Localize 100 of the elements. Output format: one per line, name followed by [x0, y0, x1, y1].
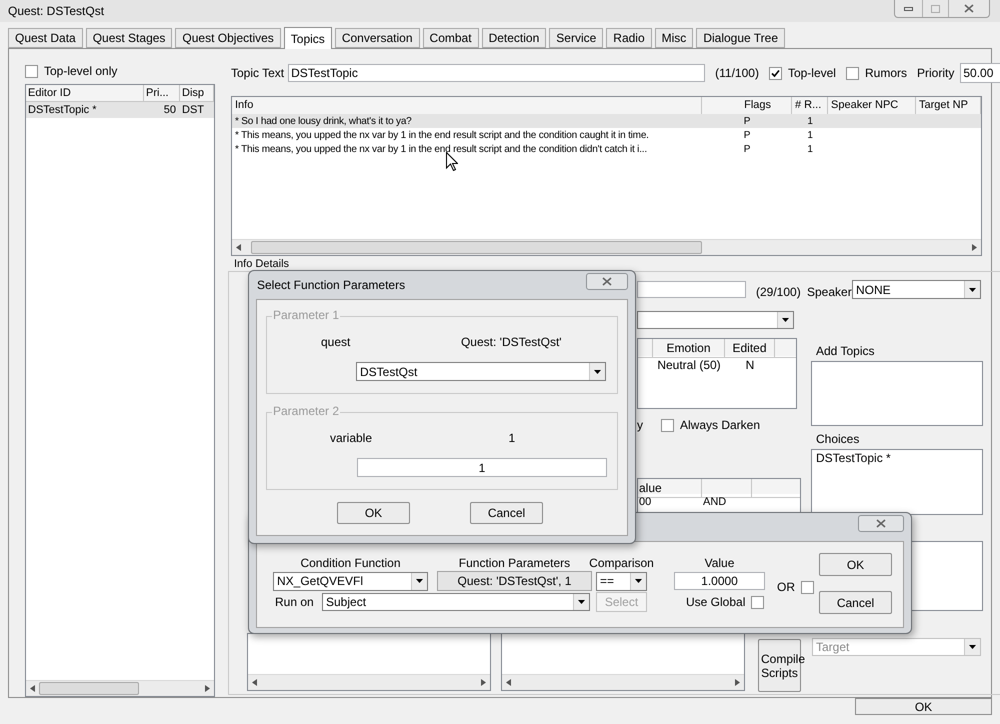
table-cell-text: 1	[806, 114, 814, 128]
tab[interactable]: Service	[549, 28, 604, 48]
field-label: Speaker	[807, 284, 852, 301]
script-box[interactable]	[501, 633, 745, 691]
mouse-pointer-icon	[446, 152, 458, 171]
checkbox-label: Rumors	[864, 65, 907, 82]
left-arrow-icon[interactable]	[30, 685, 35, 692]
horizontal-scrollbar[interactable]	[248, 674, 490, 690]
list-row[interactable]: DSTestTopic * 50 DST	[26, 102, 214, 118]
group-label: Info Details	[233, 259, 290, 270]
field-label: Function Parameters	[458, 555, 572, 572]
table-cell-text: 1	[806, 142, 814, 156]
cancel-button[interactable]: Cancel	[819, 591, 892, 614]
close-button[interactable]	[858, 515, 904, 532]
checkbox[interactable]	[768, 66, 782, 80]
field-label: Run on	[274, 594, 315, 611]
minimize-icon	[904, 6, 913, 10]
check-icon	[770, 68, 780, 78]
right-arrow-icon[interactable]	[735, 679, 740, 686]
dropdown[interactable]: NONE	[852, 280, 981, 299]
horizontal-scrollbar[interactable]	[232, 239, 981, 255]
scrollbar-thumb[interactable]	[251, 241, 702, 254]
field-label: Comparison	[589, 555, 654, 572]
dropdown[interactable]	[637, 311, 794, 329]
ok-button[interactable]: OK	[819, 553, 892, 576]
caret-icon	[969, 288, 976, 292]
table-cell-text: P	[742, 142, 752, 156]
tab[interactable]: Topics	[284, 27, 332, 49]
priority-field[interactable]: 50.00	[960, 63, 1000, 83]
tab[interactable]: Quest Data	[8, 28, 83, 48]
column-header[interactable]: Edited	[725, 339, 775, 358]
ok-button[interactable]: OK	[337, 502, 410, 524]
left-arrow-icon[interactable]	[506, 679, 511, 686]
list-label: Choices	[816, 431, 860, 448]
dropdown[interactable]: NX_GetQVEVFl	[273, 572, 428, 590]
checkbox[interactable]	[801, 580, 814, 594]
dialog-title: Select Function Parameters	[257, 277, 406, 294]
right-arrow-icon[interactable]	[972, 244, 977, 251]
table-row[interactable]: * So I had one lousy drink, what's it to ya? P 1	[232, 114, 981, 128]
tab[interactable]: Dialogue Tree	[696, 28, 786, 48]
group-label: Parameter 1	[272, 309, 340, 321]
close-icon	[964, 4, 974, 13]
table-cell-text: Neutral (50)	[656, 357, 722, 374]
input-field[interactable]: 1	[357, 458, 607, 477]
caret-icon	[635, 579, 642, 583]
text-field[interactable]	[637, 281, 746, 298]
close-icon	[602, 277, 612, 286]
window-title: Quest: DSTestQst	[8, 3, 104, 20]
value-field[interactable]: 1.0000	[674, 572, 765, 590]
tab[interactable]: Conversation	[334, 28, 420, 48]
close-icon	[876, 519, 886, 528]
horizontal-scrollbar[interactable]	[502, 674, 744, 690]
field-label: Value	[704, 555, 736, 572]
checkbox-label: Always Darken	[680, 417, 760, 434]
maximize-icon	[931, 4, 940, 12]
parameter-name: quest	[321, 334, 352, 350]
left-arrow-icon[interactable]	[236, 244, 241, 251]
close-button[interactable]	[586, 273, 628, 290]
tab[interactable]: Quest Stages	[86, 28, 172, 48]
column-header[interactable]: Emotion	[653, 339, 725, 358]
horizontal-scrollbar[interactable]	[26, 680, 214, 696]
checkbox-label: Top-level	[788, 65, 836, 82]
checkbox[interactable]	[25, 64, 38, 78]
dropdown[interactable]: DSTestQst	[356, 362, 606, 381]
checkbox[interactable]	[661, 418, 674, 432]
list-item[interactable]: DSTestTopic *	[812, 450, 982, 466]
checkbox[interactable]	[846, 66, 859, 80]
caret-icon	[594, 370, 601, 374]
dropdown[interactable]: Subject	[322, 593, 590, 611]
cancel-button[interactable]: Cancel	[470, 502, 543, 524]
table-cell-text: * This means, you upped the nx var by 1 in the end result script and the condition didn't catch it i...	[234, 142, 648, 156]
tab[interactable]: Detection	[482, 28, 546, 48]
tab[interactable]: Radio	[606, 28, 652, 48]
scrollbar-thumb[interactable]	[39, 682, 139, 695]
topic-text-field[interactable]: DSTestTopic	[288, 64, 706, 82]
table-cell-text: 00	[638, 495, 652, 510]
tab[interactable]: Misc	[654, 28, 694, 48]
parameter-value: 1	[507, 430, 516, 446]
caret-icon	[578, 600, 585, 604]
script-box[interactable]	[247, 633, 491, 691]
right-arrow-icon[interactable]	[205, 685, 210, 692]
field-label: Priority	[917, 65, 954, 82]
dropdown[interactable]: ==	[596, 572, 647, 590]
function-parameters-button[interactable]: Quest: 'DSTestQst', 1	[437, 571, 592, 591]
field-label: Condition Function	[299, 555, 402, 572]
column-header[interactable]: alue	[638, 479, 702, 498]
table-cell-text: * So I had one lousy drink, what's it to ya?	[234, 114, 413, 128]
left-arrow-icon[interactable]	[252, 679, 257, 686]
caret-icon	[782, 318, 789, 322]
character-count: (29/100)	[756, 284, 801, 301]
right-arrow-icon[interactable]	[481, 679, 486, 686]
checkbox-label: Use Global	[686, 594, 746, 611]
table-cell-text: 1	[806, 128, 814, 142]
caret-icon	[416, 579, 423, 583]
tab[interactable]: Combat	[422, 28, 479, 48]
checkbox[interactable]	[751, 596, 764, 608]
tab[interactable]: Quest Objectives	[175, 28, 281, 48]
ok-button[interactable]: OK	[855, 698, 992, 715]
table-cell-text: AND	[702, 495, 728, 510]
checkbox-label: Top-level only	[44, 63, 118, 80]
